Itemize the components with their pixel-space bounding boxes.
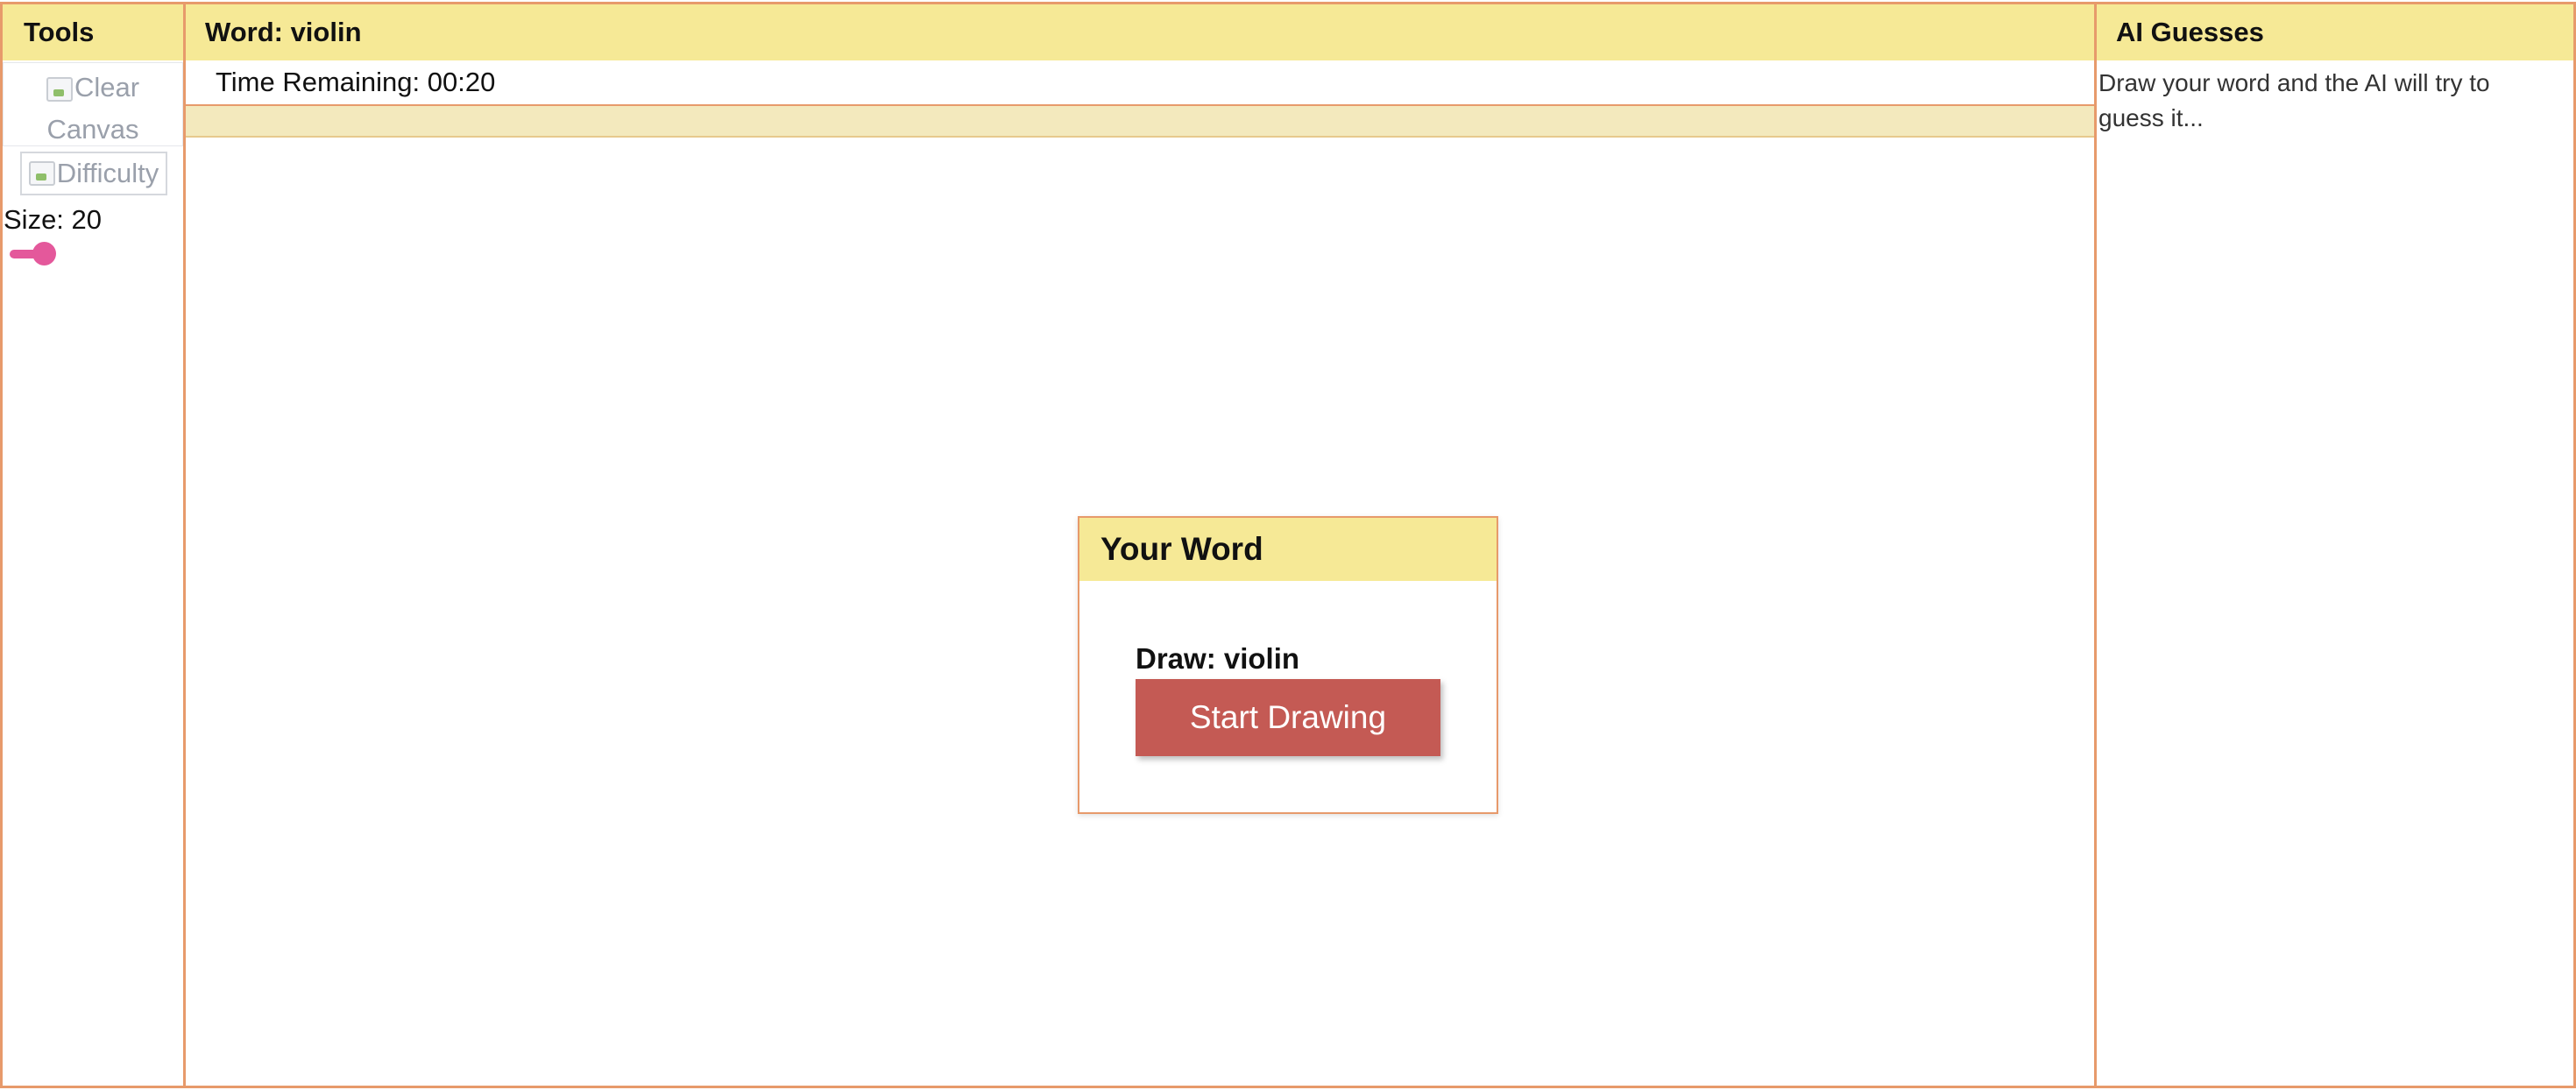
difficulty-button[interactable]: Difficulty [20, 152, 167, 195]
draw-word-text: Draw: violin [1136, 642, 1300, 675]
word-modal: Your Word Draw: violin Start Drawing [1078, 516, 1498, 814]
time-remaining: Time Remaining: 00:20 [186, 60, 2094, 106]
word-title: Word: violin [186, 4, 2094, 60]
guesses-placeholder: Draw your word and the AI will try to gu… [2098, 69, 2490, 131]
brush-size-label: Size: 20 [4, 204, 103, 235]
slider-thumb[interactable] [32, 242, 56, 265]
guesses-title: AI Guesses [2097, 4, 2573, 60]
broken-image-icon [46, 76, 73, 102]
start-drawing-button[interactable]: Start Drawing [1136, 679, 1440, 756]
guesses-panel: AI Guesses Draw your word and the AI wil… [2094, 2, 2576, 1088]
app-root: Tools Clear Canvas Difficulty Size: 20 W… [0, 0, 2576, 1090]
tools-panel: Tools Clear Canvas Difficulty Size: 20 [0, 2, 186, 1088]
tools-title: Tools [3, 4, 183, 60]
time-progress-bar [186, 106, 2094, 138]
broken-image-icon [28, 161, 55, 186]
canvas-panel: Word: violin Time Remaining: 00:20 Your … [183, 2, 2097, 1088]
modal-title: Your Word [1079, 518, 1497, 581]
difficulty-alt-text: Difficulty [56, 158, 159, 188]
brush-size-slider[interactable] [10, 242, 56, 265]
drawing-canvas[interactable]: Your Word Draw: violin Start Drawing [186, 138, 2094, 1086]
clear-canvas-button[interactable]: Clear Canvas [3, 62, 183, 146]
